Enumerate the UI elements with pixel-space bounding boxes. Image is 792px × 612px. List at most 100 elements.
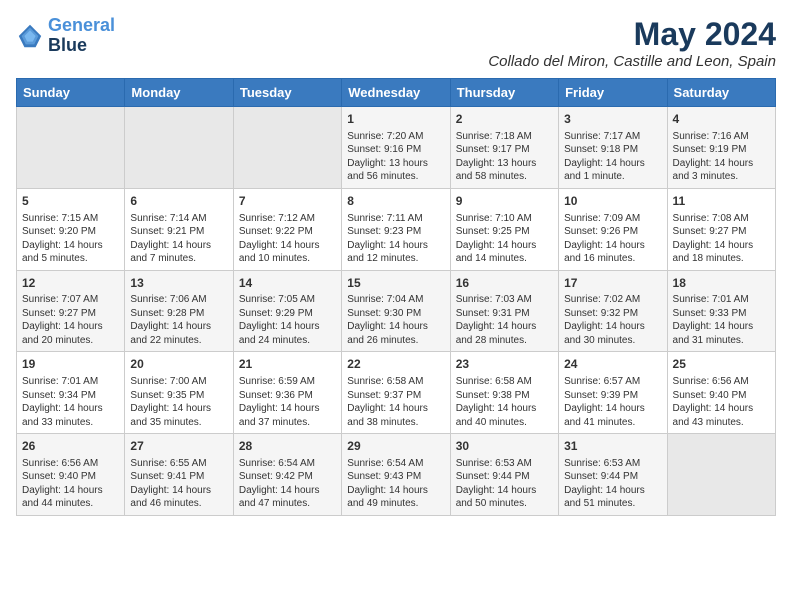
day-number: 21 — [239, 356, 336, 373]
day-number: 7 — [239, 193, 336, 210]
day-number: 30 — [456, 438, 553, 455]
calendar-cell: 6 Sunrise: 7:14 AM Sunset: 9:21 PM Daylig… — [125, 188, 233, 270]
cell-info: Sunrise: 7:00 AM Sunset: 9:35 PM Dayligh… — [130, 375, 227, 429]
cell-info: Sunrise: 7:09 AM Sunset: 9:26 PM Dayligh… — [564, 212, 661, 266]
calendar-cell: 9 Sunrise: 7:10 AM Sunset: 9:25 PM Daylig… — [450, 188, 558, 270]
calendar-cell: 12Sunrise: 7:07 AM Sunset: 9:27 PM Dayli… — [17, 270, 125, 352]
cell-info: Sunrise: 7:02 AM Sunset: 9:32 PM Dayligh… — [564, 293, 661, 347]
day-number: 23 — [456, 356, 553, 373]
calendar-cell: 15Sunrise: 7:04 AM Sunset: 9:30 PM Dayli… — [342, 270, 450, 352]
day-number: 24 — [564, 356, 661, 373]
day-number: 1 — [347, 111, 444, 128]
day-number: 29 — [347, 438, 444, 455]
day-number: 2 — [456, 111, 553, 128]
day-number: 3 — [564, 111, 661, 128]
calendar-cell: 17Sunrise: 7:02 AM Sunset: 9:32 PM Dayli… — [559, 270, 667, 352]
day-number: 6 — [130, 193, 227, 210]
week-row-4: 19 Sunrise: 7:01 AM Sunset: 9:34 PM Dayli… — [17, 352, 776, 434]
day-number: 25 — [673, 356, 770, 373]
calendar-cell — [17, 107, 125, 189]
day-number: 5 — [22, 193, 119, 210]
calendar-cell — [125, 107, 233, 189]
days-header-row: SundayMondayTuesdayWednesdayThursdayFrid… — [17, 79, 776, 107]
calendar-cell: 8 Sunrise: 7:11 AM Sunset: 9:23 PM Daylig… — [342, 188, 450, 270]
day-header-sunday: Sunday — [17, 79, 125, 107]
day-header-friday: Friday — [559, 79, 667, 107]
day-header-wednesday: Wednesday — [342, 79, 450, 107]
calendar-cell: 7 Sunrise: 7:12 AM Sunset: 9:22 PM Daylig… — [233, 188, 341, 270]
day-number: 15 — [347, 275, 444, 292]
calendar-cell: 3 Sunrise: 7:17 AM Sunset: 9:18 PM Daylig… — [559, 107, 667, 189]
month-title: May 2024 — [488, 16, 776, 53]
location-subtitle: Collado del Miron, Castille and Leon, Sp… — [488, 53, 776, 70]
calendar-cell: 2Sunrise: 7:18 AM Sunset: 9:17 PM Daylig… — [450, 107, 558, 189]
cell-info: Sunrise: 6:54 AM Sunset: 9:42 PM Dayligh… — [239, 457, 336, 511]
cell-info: Sunrise: 6:54 AM Sunset: 9:43 PM Dayligh… — [347, 457, 444, 511]
calendar-cell: 23 Sunrise: 6:58 AM Sunset: 9:38 PM Dayli… — [450, 352, 558, 434]
day-number: 4 — [673, 111, 770, 128]
cell-info: Sunrise: 6:53 AM Sunset: 9:44 PM Dayligh… — [456, 457, 553, 511]
week-row-5: 26 Sunrise: 6:56 AM Sunset: 9:40 PM Dayli… — [17, 434, 776, 516]
cell-info: Sunrise: 6:57 AM Sunset: 9:39 PM Dayligh… — [564, 375, 661, 429]
calendar-cell: 30 Sunrise: 6:53 AM Sunset: 9:44 PM Dayli… — [450, 434, 558, 516]
day-number: 31 — [564, 438, 661, 455]
day-number: 9 — [456, 193, 553, 210]
cell-info: Sunrise: 7:01 AM Sunset: 9:34 PM Dayligh… — [22, 375, 119, 429]
cell-info: Sunrise: 6:53 AM Sunset: 9:44 PM Dayligh… — [564, 457, 661, 511]
calendar-cell: 13Sunrise: 7:06 AM Sunset: 9:28 PM Dayli… — [125, 270, 233, 352]
title-block: May 2024 Collado del Miron, Castille and… — [488, 16, 776, 70]
cell-info: Sunrise: 7:06 AM Sunset: 9:28 PM Dayligh… — [130, 293, 227, 347]
day-number: 10 — [564, 193, 661, 210]
day-number: 20 — [130, 356, 227, 373]
cell-info: Sunrise: 6:55 AM Sunset: 9:41 PM Dayligh… — [130, 457, 227, 511]
day-number: 13 — [130, 275, 227, 292]
cell-info: Sunrise: 6:56 AM Sunset: 9:40 PM Dayligh… — [22, 457, 119, 511]
calendar-cell: 11Sunrise: 7:08 AM Sunset: 9:27 PM Dayli… — [667, 188, 775, 270]
day-number: 16 — [456, 275, 553, 292]
day-number: 26 — [22, 438, 119, 455]
calendar-cell: 24 Sunrise: 6:57 AM Sunset: 9:39 PM Dayli… — [559, 352, 667, 434]
day-number: 19 — [22, 356, 119, 373]
day-header-monday: Monday — [125, 79, 233, 107]
cell-info: Sunrise: 7:07 AM Sunset: 9:27 PM Dayligh… — [22, 293, 119, 347]
calendar-cell: 29 Sunrise: 6:54 AM Sunset: 9:43 PM Dayli… — [342, 434, 450, 516]
day-number: 27 — [130, 438, 227, 455]
calendar-table: SundayMondayTuesdayWednesdayThursdayFrid… — [16, 78, 776, 516]
cell-info: Sunrise: 7:11 AM Sunset: 9:23 PM Dayligh… — [347, 212, 444, 266]
day-number: 28 — [239, 438, 336, 455]
calendar-cell: 28 Sunrise: 6:54 AM Sunset: 9:42 PM Dayli… — [233, 434, 341, 516]
calendar-cell: 20 Sunrise: 7:00 AM Sunset: 9:35 PM Dayli… — [125, 352, 233, 434]
cell-info: Sunrise: 6:58 AM Sunset: 9:37 PM Dayligh… — [347, 375, 444, 429]
day-header-tuesday: Tuesday — [233, 79, 341, 107]
day-number: 17 — [564, 275, 661, 292]
day-number: 8 — [347, 193, 444, 210]
cell-info: Sunrise: 7:04 AM Sunset: 9:30 PM Dayligh… — [347, 293, 444, 347]
calendar-cell: 10 Sunrise: 7:09 AM Sunset: 9:26 PM Dayli… — [559, 188, 667, 270]
day-number: 14 — [239, 275, 336, 292]
cell-info: Sunrise: 7:14 AM Sunset: 9:21 PM Dayligh… — [130, 212, 227, 266]
cell-info: Sunrise: 6:56 AM Sunset: 9:40 PM Dayligh… — [673, 375, 770, 429]
cell-info: Sunrise: 7:17 AM Sunset: 9:18 PM Dayligh… — [564, 130, 661, 184]
cell-info: Sunrise: 6:58 AM Sunset: 9:38 PM Dayligh… — [456, 375, 553, 429]
calendar-cell — [233, 107, 341, 189]
cell-info: Sunrise: 7:12 AM Sunset: 9:22 PM Dayligh… — [239, 212, 336, 266]
calendar-cell: 31 Sunrise: 6:53 AM Sunset: 9:44 PM Dayli… — [559, 434, 667, 516]
calendar-cell: 5 Sunrise: 7:15 AM Sunset: 9:20 PM Daylig… — [17, 188, 125, 270]
logo: General Blue — [16, 16, 115, 56]
calendar-cell: 25 Sunrise: 6:56 AM Sunset: 9:40 PM Dayli… — [667, 352, 775, 434]
day-header-saturday: Saturday — [667, 79, 775, 107]
cell-info: Sunrise: 7:15 AM Sunset: 9:20 PM Dayligh… — [22, 212, 119, 266]
calendar-cell: 1 Sunrise: 7:20 AM Sunset: 9:16 PM Daylig… — [342, 107, 450, 189]
day-number: 22 — [347, 356, 444, 373]
cell-info: Sunrise: 7:20 AM Sunset: 9:16 PM Dayligh… — [347, 130, 444, 184]
day-number: 11 — [673, 193, 770, 210]
week-row-2: 5 Sunrise: 7:15 AM Sunset: 9:20 PM Daylig… — [17, 188, 776, 270]
week-row-3: 12Sunrise: 7:07 AM Sunset: 9:27 PM Dayli… — [17, 270, 776, 352]
logo-icon — [16, 22, 44, 50]
calendar-cell: 21 Sunrise: 6:59 AM Sunset: 9:36 PM Dayli… — [233, 352, 341, 434]
day-number: 18 — [673, 275, 770, 292]
cell-info: Sunrise: 7:03 AM Sunset: 9:31 PM Dayligh… — [456, 293, 553, 347]
calendar-cell: 4Sunrise: 7:16 AM Sunset: 9:19 PM Daylig… — [667, 107, 775, 189]
cell-info: Sunrise: 6:59 AM Sunset: 9:36 PM Dayligh… — [239, 375, 336, 429]
cell-info: Sunrise: 7:10 AM Sunset: 9:25 PM Dayligh… — [456, 212, 553, 266]
